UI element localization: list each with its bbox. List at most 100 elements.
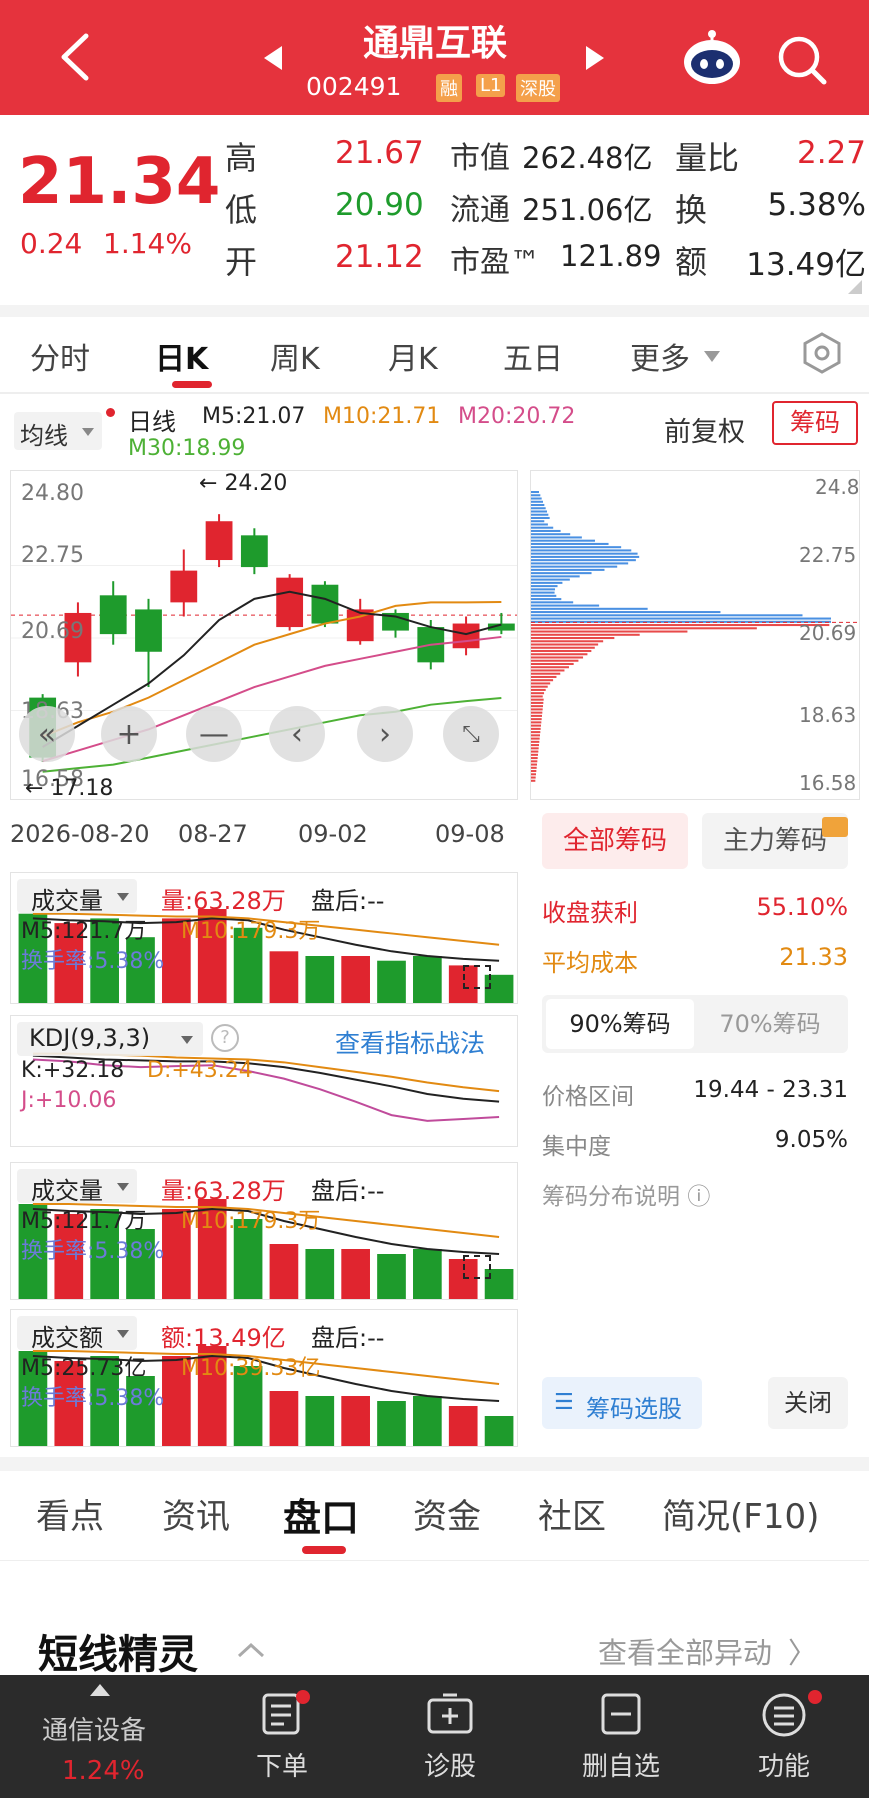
back-icon[interactable] — [50, 30, 100, 84]
chip-bar — [531, 679, 554, 682]
volume-bar — [269, 951, 299, 1003]
vol1-selector[interactable]: 成交量 — [17, 879, 137, 915]
kdj-dropdown-icon — [181, 1036, 193, 1044]
chip-bar — [531, 698, 544, 701]
chip-bar — [531, 581, 563, 584]
volume-bar — [413, 1396, 442, 1446]
chip-explain-link[interactable]: 筹码分布说明 ⓘ — [542, 1177, 710, 1211]
lock-icon — [822, 817, 848, 837]
tab-community[interactable]: 社区 — [538, 1489, 606, 1538]
settings-hex-icon[interactable] — [800, 331, 844, 379]
scroll-right-button[interactable]: › — [357, 706, 413, 762]
daily-line-dot — [106, 408, 115, 417]
volume-panel-1[interactable]: 成交量 量:63.28万 盘后:-- M5:121.7万 M10:179.3万 … — [10, 872, 518, 1004]
chip-distribution-panel: 24.8 22.75 20.69 18.63 16.58 — [530, 470, 860, 800]
kdj-selector[interactable]: KDJ(9,3,3) — [17, 1022, 203, 1056]
zoom-minus-button[interactable]: — — [186, 706, 242, 762]
chip-bar — [531, 747, 539, 750]
volume-bar — [305, 956, 335, 1003]
avg-cost-value: 21.33 — [779, 943, 848, 971]
chip-tab-all[interactable]: 全部筹码 — [542, 813, 688, 869]
sector-name[interactable]: 通信设备 — [42, 1710, 146, 1747]
tab-profile-f10[interactable]: 简况(F10) — [662, 1489, 819, 1538]
more-dropdown-icon[interactable] — [704, 351, 720, 362]
vol2-selector[interactable]: 成交量 — [17, 1169, 137, 1205]
ma-selector[interactable]: 均线 — [14, 412, 102, 450]
kdj-help-icon[interactable]: ? — [211, 1024, 239, 1052]
volume-bar — [448, 1406, 478, 1446]
vol1-turnover: 换手率:5.38% — [21, 949, 165, 974]
daily-line-label: 日线 — [128, 408, 176, 436]
robot-assistant-icon[interactable] — [680, 28, 744, 90]
zoom-out-far-button[interactable]: « — [19, 706, 75, 762]
chip-ylabel-2: 20.69 — [799, 621, 857, 645]
prev-stock-icon[interactable] — [262, 44, 284, 76]
vol2-expand-icon[interactable] — [463, 1255, 491, 1279]
search-icon[interactable] — [776, 34, 828, 90]
kdj-panel[interactable]: KDJ(9,3,3) ? 查看指标战法 K:+32.18 D:+43.24 J:… — [10, 1015, 518, 1147]
fq-selector[interactable]: 前复权 — [664, 410, 745, 449]
chip-bar — [531, 494, 541, 497]
sector-change: 1.24% — [62, 1756, 145, 1786]
zoom-add-button[interactable]: + — [101, 706, 157, 762]
tab-five-day[interactable]: 五日 — [503, 334, 563, 378]
amount-panel[interactable]: 成交额 额:13.49亿 盘后:-- M5:25.73亿 M10:39.33亿 … — [10, 1309, 518, 1447]
chip-bar — [531, 672, 561, 675]
chip-bar — [531, 549, 632, 552]
volume-bar — [413, 956, 442, 1003]
chip-bar — [531, 585, 558, 588]
volume-panel-2[interactable]: 成交量 量:63.28万 盘后:-- M5:121.7万 M10:179.3万 … — [10, 1162, 518, 1300]
chip-select-stock-button[interactable]: ☰ 筹码选股 — [542, 1377, 702, 1429]
tab-monthly-k[interactable]: 月K — [388, 334, 438, 378]
next-stock-icon[interactable] — [584, 44, 606, 76]
chip-toggle-button[interactable]: 筹码 — [772, 401, 858, 445]
collapse-icon[interactable] — [236, 1640, 266, 1664]
chip-bar — [531, 552, 638, 555]
view-all-anomaly-link[interactable]: 查看全部异动〉 — [598, 1630, 817, 1672]
view-all-anomaly-label: 查看全部异动 — [598, 1636, 773, 1670]
value-volratio: 2.27 — [796, 135, 866, 171]
fullscreen-button[interactable]: ⤡ — [443, 706, 499, 762]
tab-weekly-k[interactable]: 周K — [270, 334, 320, 378]
chip-bar — [531, 520, 545, 523]
volume-bar — [305, 1249, 335, 1299]
ma5-value: M5:21.07 — [202, 404, 306, 429]
low-arrow-label: ← 17.18 — [25, 776, 114, 800]
kdj-strategy-link[interactable]: 查看指标战法 — [335, 1024, 485, 1060]
tab-highlights[interactable]: 看点 — [36, 1489, 104, 1538]
chip-bar — [531, 633, 640, 636]
tab-intraday[interactable]: 分时 — [30, 334, 90, 378]
chip-bar — [531, 578, 570, 581]
ma30-value: M30:18.99 — [128, 436, 246, 461]
tab-order-book[interactable]: 盘口 — [283, 1487, 359, 1542]
tab-more[interactable]: 更多 — [630, 334, 690, 378]
vol1-value: 量:63.28万 — [161, 887, 286, 915]
chip-bar — [531, 779, 536, 782]
chip-pct70-tab[interactable]: 70%筹码 — [696, 999, 844, 1049]
kline-chart[interactable]: 24.80 22.75 20.69 18.63 16.58 ← 24.20 ← … — [10, 470, 518, 800]
nav-diagnose[interactable]: 诊股 — [400, 1690, 500, 1790]
scroll-left-button[interactable]: ‹ — [269, 706, 325, 762]
vol1-expand-icon[interactable] — [463, 965, 491, 989]
nav-functions[interactable]: 功能 — [734, 1690, 834, 1790]
nav-order[interactable]: 下单 — [232, 1690, 332, 1790]
tab-daily-k[interactable]: 日K — [155, 334, 208, 378]
header-bar: 通鼎互联 002491 融 L1 深股 — [0, 0, 869, 115]
volume-bar — [341, 1396, 370, 1446]
nav-remove-watch[interactable]: 删自选 — [566, 1690, 676, 1790]
chip-bar — [531, 565, 618, 568]
tab-news[interactable]: 资讯 — [162, 1489, 230, 1538]
chip-pct90-tab[interactable]: 90%筹码 — [546, 999, 694, 1049]
chip-bar — [531, 643, 599, 646]
volume-bar — [341, 1249, 370, 1299]
expand-corner-icon[interactable] — [848, 280, 862, 294]
amt-turnover: 换手率:5.38% — [21, 1386, 165, 1411]
chip-bar — [531, 714, 542, 717]
chip-close-button[interactable]: 关闭 — [768, 1377, 848, 1429]
tab-funds[interactable]: 资金 — [413, 1489, 481, 1538]
candle-body — [205, 521, 233, 561]
kline-tab-bar: 分时 日K 周K 月K 五日 更多 — [0, 317, 869, 392]
amt-selector[interactable]: 成交额 — [17, 1316, 137, 1352]
chip-bar — [531, 685, 548, 688]
chip-select-stock-label: 筹码选股 — [586, 1395, 682, 1423]
